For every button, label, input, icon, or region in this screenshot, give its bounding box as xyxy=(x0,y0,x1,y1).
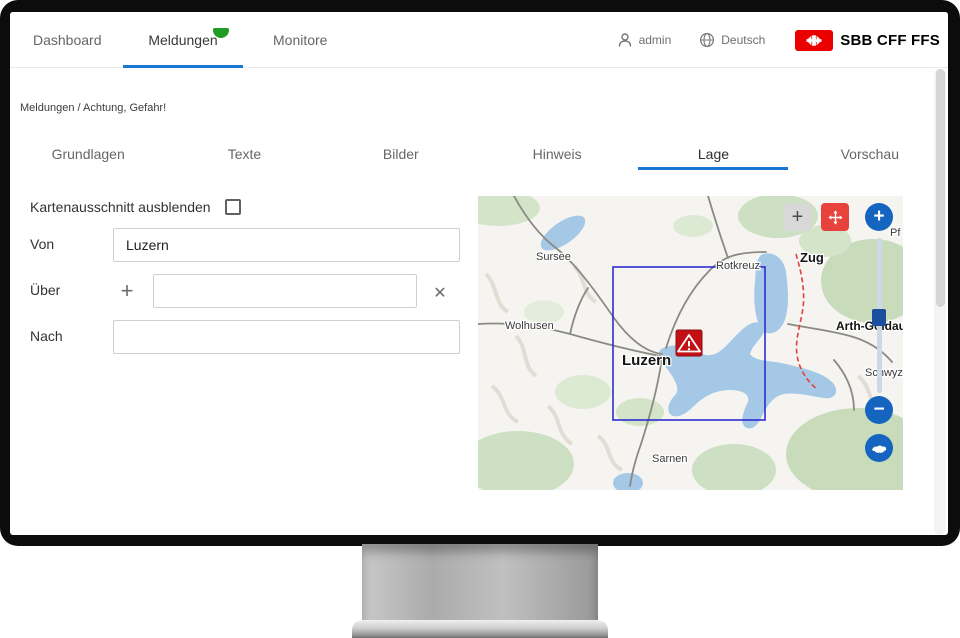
warning-marker[interactable] xyxy=(676,330,702,356)
user-menu[interactable]: admin xyxy=(617,32,672,48)
sbb-logo-text: SBB CFF FFS xyxy=(840,32,940,49)
tab-grundlagen[interactable]: Grundlagen xyxy=(10,138,166,170)
map-label-arth-goldau: Arth-Goldau xyxy=(836,319,903,333)
hide-map-checkbox[interactable] xyxy=(225,199,241,215)
scrollbar-thumb[interactable] xyxy=(936,69,945,307)
map-label-luzern: Luzern xyxy=(622,352,671,369)
map-label-wolhusen: Wolhusen xyxy=(505,320,554,332)
add-via-button[interactable]: + xyxy=(116,280,138,302)
monitor-stand-neck xyxy=(362,544,598,622)
hide-map-row: Kartenausschnitt ausblenden xyxy=(30,199,241,215)
sbb-logo: SBB CFF FFS xyxy=(795,30,940,51)
ueber-label: Über xyxy=(30,282,60,298)
globe-icon xyxy=(699,32,715,48)
map-label-sarnen: Sarnen xyxy=(652,453,687,465)
von-input[interactable] xyxy=(113,228,460,262)
user-label: admin xyxy=(639,33,672,47)
breadcrumb: Meldungen / Achtung, Gefahr! xyxy=(20,102,166,114)
navbar-right: admin Deutsch xyxy=(589,12,940,68)
map-label-zug: Zug xyxy=(800,250,824,265)
map-canvas: Sursee Rotkreuz Zug Wolhusen Luzern Arth… xyxy=(478,196,903,490)
language-menu[interactable]: Deutsch xyxy=(699,32,765,48)
tab-bilder[interactable]: Bilder xyxy=(323,138,479,170)
sbb-logo-icon xyxy=(795,30,833,51)
map-pan-button[interactable] xyxy=(821,203,849,231)
nav-item-monitore[interactable]: Monitore xyxy=(273,12,327,68)
tab-hinweis[interactable]: Hinweis xyxy=(479,138,635,170)
top-navbar: Dashboard Meldungen Monitore admin xyxy=(10,12,948,68)
nach-label: Nach xyxy=(30,328,63,344)
page: Dashboard Meldungen Monitore admin xyxy=(0,0,960,638)
map-label-pf: Pf xyxy=(890,227,901,239)
switzerland-icon xyxy=(870,442,888,454)
map-label-rotkreuz: Rotkreuz xyxy=(716,260,760,272)
tab-bar: Grundlagen Texte Bilder Hinweis Lage Vor… xyxy=(10,138,948,170)
von-label: Von xyxy=(30,236,54,252)
reset-extent-button[interactable] xyxy=(865,434,893,462)
ueber-input[interactable] xyxy=(153,274,417,308)
map-label-sursee: Sursee xyxy=(536,251,571,263)
zoom-slider-handle[interactable] xyxy=(872,309,886,326)
map-overview-button[interactable]: + xyxy=(784,204,811,231)
tab-lage[interactable]: Lage xyxy=(635,138,791,170)
tab-vorschau[interactable]: Vorschau xyxy=(792,138,948,170)
monitor-screen: Dashboard Meldungen Monitore admin xyxy=(10,12,948,535)
map-label-schwyz: Schwyz xyxy=(865,367,903,379)
move-icon xyxy=(827,209,844,226)
clear-via-button[interactable]: ✕ xyxy=(429,282,451,304)
hide-map-label: Kartenausschnitt ausblenden xyxy=(30,199,211,215)
zoom-out-button[interactable]: − xyxy=(865,396,893,424)
nav-item-meldungen[interactable]: Meldungen xyxy=(123,12,243,68)
monitor-stand-base xyxy=(352,620,608,638)
user-icon xyxy=(617,32,633,48)
tab-texte[interactable]: Texte xyxy=(166,138,322,170)
zoom-in-button[interactable]: + xyxy=(865,203,893,231)
nav-item-dashboard[interactable]: Dashboard xyxy=(33,12,102,68)
nach-input[interactable] xyxy=(113,320,460,354)
language-label: Deutsch xyxy=(721,33,765,47)
map[interactable]: Sursee Rotkreuz Zug Wolhusen Luzern Arth… xyxy=(478,196,903,490)
